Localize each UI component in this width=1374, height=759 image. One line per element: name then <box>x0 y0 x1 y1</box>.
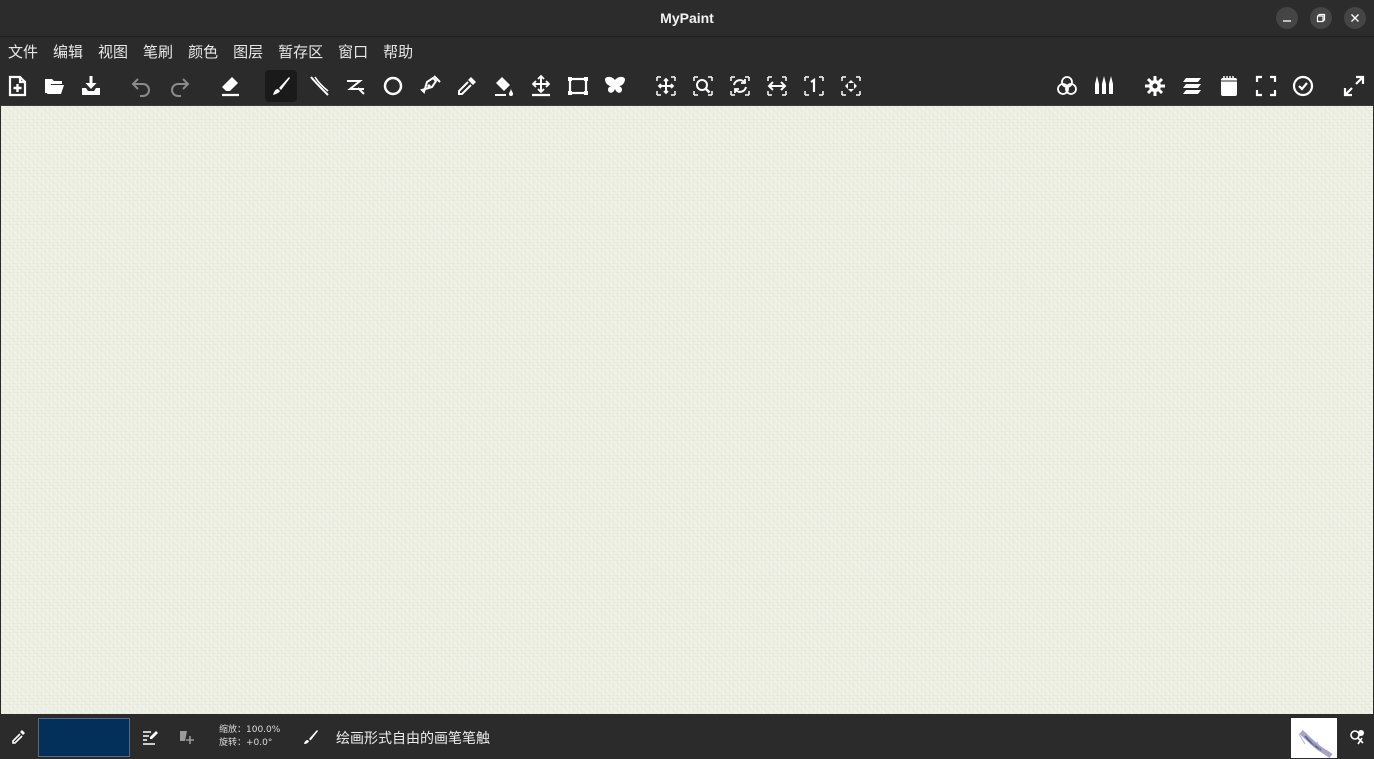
color-palette-button[interactable] <box>1051 70 1083 102</box>
main-toolbar <box>0 68 1374 104</box>
close-icon <box>1351 14 1359 22</box>
restore-button[interactable] <box>1310 7 1332 29</box>
reset-zoom-icon <box>804 76 824 96</box>
mirror-view-button[interactable] <box>761 70 793 102</box>
fill-icon <box>495 77 513 96</box>
close-button[interactable] <box>1344 7 1366 29</box>
fullscreen-icon <box>1255 75 1277 97</box>
menu-window[interactable]: 窗口 <box>334 37 373 68</box>
eyedropper-icon <box>12 730 25 744</box>
color-picker-icon <box>458 77 476 95</box>
color-picker-button[interactable] <box>451 70 483 102</box>
undo-button[interactable] <box>126 70 158 102</box>
menu-color[interactable]: 颜色 <box>184 37 223 68</box>
connected-lines-button[interactable] <box>340 70 372 102</box>
layers-icon <box>1183 78 1201 94</box>
menu-view[interactable]: 视图 <box>94 37 133 68</box>
eraser-button[interactable] <box>214 70 246 102</box>
brush-description: 绘画形式自由的画笔笔触 <box>336 731 490 747</box>
zoom-view-button[interactable] <box>687 70 719 102</box>
move-layer-icon <box>531 74 551 97</box>
window-controls <box>1276 7 1366 29</box>
symmetry-button[interactable] <box>599 70 631 102</box>
save-icon <box>82 76 100 95</box>
pan-view-icon <box>656 76 676 96</box>
minimize-button[interactable] <box>1276 7 1298 29</box>
scratchpad-icon <box>1221 76 1237 96</box>
brushes-button[interactable] <box>1088 70 1120 102</box>
ellipse-icon <box>383 76 403 96</box>
ellipse-button[interactable] <box>377 70 409 102</box>
mirror-view-icon <box>767 76 787 96</box>
brush-edit-icon <box>143 731 158 745</box>
spray-icon <box>1350 730 1364 745</box>
save-button[interactable] <box>75 70 107 102</box>
redo-icon <box>171 78 190 97</box>
pen-edit-icon <box>420 75 441 94</box>
menu-brush[interactable]: 笔刷 <box>139 37 178 68</box>
clock-button[interactable] <box>1287 70 1319 102</box>
current-color-swatch[interactable] <box>38 718 130 757</box>
brush-preview-thumbnail[interactable] <box>1291 718 1337 758</box>
preview-menu-button[interactable] <box>1347 727 1367 747</box>
settings-icon <box>1145 76 1165 96</box>
menu-help[interactable]: 帮助 <box>379 37 418 68</box>
menu-file[interactable]: 文件 <box>4 37 43 68</box>
rotate-view-icon <box>730 76 750 96</box>
frame-icon <box>568 77 588 95</box>
current-brush-icon-wrap <box>301 728 319 746</box>
expand-icon <box>1343 75 1365 97</box>
restore-icon <box>1316 13 1326 23</box>
connected-lines-icon <box>347 80 365 95</box>
freehand-brush-button[interactable] <box>265 70 297 102</box>
zoom-label: 缩放：100.0% <box>219 725 281 735</box>
frame-button[interactable] <box>562 70 594 102</box>
new-document-button[interactable] <box>2 70 34 102</box>
inking-button[interactable] <box>303 70 335 102</box>
zoom-view-icon <box>693 76 713 96</box>
color-palette-icon <box>1057 76 1077 95</box>
fill-button[interactable] <box>488 70 520 102</box>
open-icon <box>45 79 64 94</box>
inking-icon <box>310 76 329 96</box>
fit-view-button[interactable] <box>835 70 867 102</box>
pan-view-button[interactable] <box>650 70 682 102</box>
pen-edit-button[interactable] <box>414 70 446 102</box>
symmetry-icon <box>605 76 625 93</box>
menu-bar: 文件 编辑 视图 笔刷 颜色 图层 暂存区 窗口 帮助 <box>0 37 1374 68</box>
menu-edit[interactable]: 编辑 <box>49 37 88 68</box>
undo-icon <box>131 78 150 97</box>
expand-button[interactable] <box>1338 70 1370 102</box>
menu-scratchpad[interactable]: 暂存区 <box>274 37 328 68</box>
rotate-view-button[interactable] <box>724 70 756 102</box>
fullscreen-button[interactable] <box>1250 70 1282 102</box>
layers-button[interactable] <box>1176 70 1208 102</box>
scratchpad-button[interactable] <box>1213 70 1245 102</box>
move-layer-button[interactable] <box>525 70 557 102</box>
title-bar: MyPaint <box>0 0 1374 37</box>
minimize-icon <box>1283 20 1291 22</box>
fit-view-icon <box>841 76 861 96</box>
color-picker-status-button[interactable] <box>9 728 27 746</box>
clock-icon <box>1292 75 1314 97</box>
add-layer-status-button[interactable] <box>177 728 195 746</box>
open-button[interactable] <box>38 70 70 102</box>
view-info: 缩放：100.0% 旋转：+0.0° <box>219 724 280 750</box>
eraser-icon <box>222 77 239 97</box>
status-bar: 缩放：100.0% 旋转：+0.0° 绘画形式自由的画笔笔触 <box>0 715 1374 759</box>
brush-icon <box>304 730 318 744</box>
menu-layer[interactable]: 图层 <box>229 37 268 68</box>
freehand-brush-icon <box>273 77 290 95</box>
rotate-label: 旋转：+0.0° <box>219 738 273 748</box>
reset-zoom-button[interactable] <box>798 70 830 102</box>
settings-button[interactable] <box>1139 70 1171 102</box>
redo-button[interactable] <box>163 70 195 102</box>
layer-add-icon <box>180 731 194 744</box>
brush-preview-image <box>1291 718 1337 758</box>
brush-settings-button[interactable] <box>140 728 160 746</box>
window-title: MyPaint <box>660 10 714 26</box>
brushes-icon <box>1095 76 1113 94</box>
drawing-canvas[interactable] <box>1 105 1373 714</box>
new-document-icon <box>8 75 27 97</box>
